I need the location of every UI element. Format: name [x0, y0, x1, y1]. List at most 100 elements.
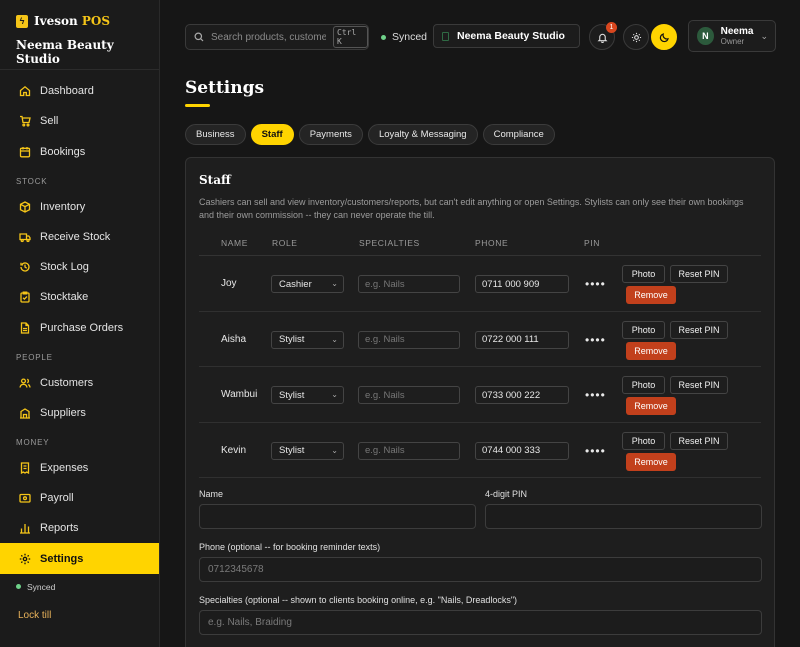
title-underline [185, 104, 210, 107]
search-shortcut: Ctrl K [333, 26, 368, 48]
users-icon [19, 377, 31, 389]
reset-pin-button[interactable]: Reset PIN [670, 376, 728, 394]
store-selector[interactable]: Neema Beauty Studio [433, 24, 580, 48]
sidebar-sync-label: Synced [27, 581, 56, 592]
sidebar-item-bookings[interactable]: Bookings [0, 137, 159, 167]
new-staff-phone-input[interactable] [199, 557, 762, 582]
sidebar-section-stock: STOCK [16, 177, 48, 187]
sidebar-item-label: Dashboard [40, 85, 94, 98]
tab-business[interactable]: Business [185, 124, 246, 145]
dark-theme-button[interactable] [651, 24, 677, 50]
role-select-value: Stylist [279, 445, 305, 456]
sidebar-item-sell[interactable]: Sell [0, 106, 159, 136]
role-select-value: Cashier [279, 278, 312, 290]
sidebar-item-payroll[interactable]: Payroll [0, 483, 159, 513]
user-name: Neema [720, 25, 754, 37]
pin-masked: •••• [585, 388, 606, 402]
sidebar-item-label: Purchase Orders [40, 321, 124, 334]
phone-input[interactable]: 0722 000 111 [475, 330, 569, 349]
role-select[interactable]: Cashier ⌄ [271, 275, 344, 293]
tab-staff[interactable]: Staff [250, 124, 294, 145]
light-theme-button[interactable] [623, 24, 649, 50]
staff-name: Wambui [221, 389, 258, 400]
new-staff-specialties-input[interactable] [199, 610, 762, 635]
sidebar-item-reports[interactable]: Reports [0, 513, 159, 543]
remove-button[interactable]: Remove [626, 286, 676, 304]
brand-name-accent: POS [81, 14, 111, 28]
staff-name: Aisha [221, 333, 247, 345]
photo-button[interactable]: Photo [622, 431, 665, 450]
photo-button[interactable]: Photo [622, 265, 665, 283]
sidebar-item-settings[interactable]: Settings [0, 543, 159, 574]
box-icon [19, 200, 31, 213]
sidebar-nav: Dashboard Sell Bookings STOCK Inventory … [0, 70, 159, 574]
name-label: Name [199, 489, 224, 499]
bar-chart-icon [19, 522, 31, 534]
table-row: Joy Cashier ⌄ e.g. Nails 0711 000 909 ••… [199, 256, 761, 312]
specialties-input[interactable]: e.g. Nails [358, 386, 460, 404]
new-staff-name-input[interactable] [199, 504, 476, 529]
pin-label: 4-digit PIN [485, 489, 528, 499]
sidebar-item-expenses[interactable]: Expenses [0, 452, 159, 482]
sidebar-item-dashboard[interactable]: Dashboard [0, 76, 159, 106]
phone-input[interactable]: 0711 000 909 [475, 275, 569, 293]
staff-title: Staff [199, 173, 231, 187]
chevron-down-icon: ⌄ [331, 279, 338, 288]
search-input[interactable] [211, 31, 326, 43]
phone-input[interactable]: 0733 000 222 [475, 386, 569, 404]
chevron-down-icon: ⌄ [331, 390, 338, 399]
specialties-input[interactable]: e.g. Nails [358, 441, 460, 460]
sidebar-item-label: Customers [40, 376, 94, 389]
brand-store-name: Neema Beauty Studio [16, 38, 114, 66]
role-select[interactable]: Stylist ⌄ [271, 441, 344, 460]
photo-button[interactable]: Photo [622, 320, 665, 339]
phone-input[interactable]: 0744 000 333 [475, 441, 569, 460]
sidebar-item-customers[interactable]: Customers [0, 367, 159, 397]
lock-till-button[interactable]: Lock till [0, 610, 159, 621]
topbar: Ctrl K Synced Neema Beauty Studio 1 N Ne… [185, 20, 776, 52]
column-header-role: ROLE [272, 238, 298, 248]
sidebar-item-purchase-orders[interactable]: Purchase Orders [0, 313, 159, 343]
brand-logo-icon: ϟ [16, 14, 28, 28]
role-select[interactable]: Stylist ⌄ [271, 386, 344, 404]
notifications-button[interactable]: 1 [589, 22, 617, 50]
store-icon [442, 31, 449, 41]
remove-button[interactable]: Remove [626, 397, 676, 415]
reset-pin-button[interactable]: Reset PIN [670, 265, 728, 283]
new-staff-pin-input[interactable] [485, 504, 762, 529]
sidebar-item-inventory[interactable]: Inventory [0, 191, 159, 221]
reset-pin-button[interactable]: Reset PIN [670, 320, 728, 339]
specialties-input[interactable]: e.g. Nails [358, 275, 460, 293]
chevron-down-icon: ⌄ [760, 30, 768, 41]
topbar-sync-status: Synced [381, 31, 427, 43]
staff-card: Staff Cashiers can sell and view invento… [185, 157, 775, 647]
role-select[interactable]: Stylist ⌄ [271, 330, 344, 349]
search-box[interactable]: Ctrl K [185, 24, 369, 50]
remove-button[interactable]: Remove [626, 341, 676, 360]
tab-compliance[interactable]: Compliance [482, 124, 555, 145]
user-menu[interactable]: N Neema Owner ⌄ [688, 20, 776, 52]
notification-count-badge: 1 [606, 22, 617, 33]
table-row: Aisha Stylist ⌄ e.g. Nails 0722 000 111 … [199, 312, 761, 367]
tab-payments[interactable]: Payments [298, 124, 363, 145]
tab-loyalty-messaging[interactable]: Loyalty & Messaging [367, 124, 478, 145]
sidebar-item-receive-stock[interactable]: Receive Stock [0, 222, 159, 252]
chevron-down-icon: ⌄ [331, 445, 338, 455]
sidebar-item-label: Stocktake [40, 291, 89, 304]
remove-button[interactable]: Remove [626, 452, 676, 471]
sidebar-item-suppliers[interactable]: Suppliers [0, 398, 159, 428]
moon-icon [659, 32, 670, 43]
specialties-input[interactable]: e.g. Nails [358, 330, 460, 349]
sidebar-item-stocktake[interactable]: Stocktake [0, 282, 159, 312]
search-icon [194, 32, 204, 42]
page-title: Settings [185, 78, 265, 98]
bell-icon [597, 32, 608, 43]
sidebar-item-label: Expenses [40, 461, 89, 474]
chevron-down-icon: ⌄ [331, 334, 338, 344]
sidebar-item-label: Sell [40, 115, 59, 128]
sidebar-item-label: Stock Log [40, 261, 89, 274]
reset-pin-button[interactable]: Reset PIN [670, 431, 728, 450]
column-header-name: NAME [221, 238, 248, 248]
photo-button[interactable]: Photo [622, 376, 665, 394]
sidebar-item-stock-log[interactable]: Stock Log [0, 252, 159, 282]
